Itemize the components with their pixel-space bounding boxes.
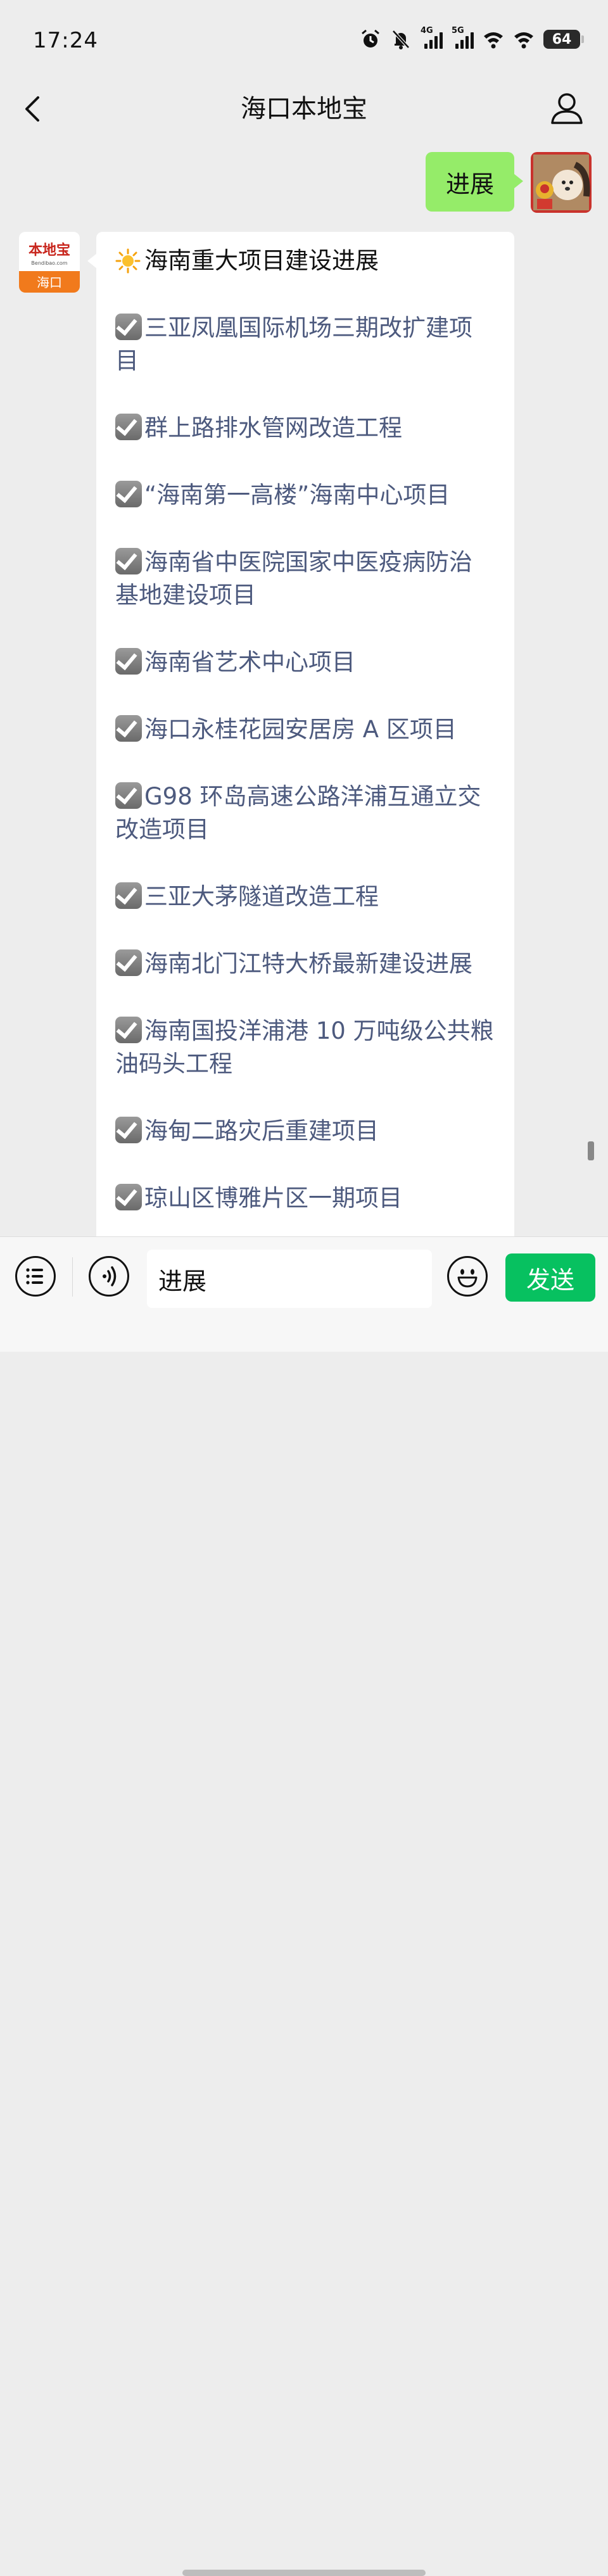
chat-title: 海口本地宝 [241,94,367,124]
list-item-text: 琼山区博雅片区一期项目 [144,1184,402,1212]
checkbox-icon [115,882,142,909]
divider [72,1257,73,1297]
status-bar: 17:24 4G 5G 64 [0,0,608,76]
message-title-text: 海南重大项目建设进展 [144,247,379,274]
chat-header: 海口本地宝 [0,76,608,143]
list-item-text: 三亚大茅隧道改造工程 [144,883,379,910]
list-item-text: 海南省艺术中心项目 [144,649,355,676]
status-icons: 4G 5G 64 [360,26,584,52]
svg-text:本地宝: 本地宝 [28,242,70,258]
list-item-text: 海南北门江特大桥最新建设进展 [144,950,472,977]
checkbox-icon [115,782,142,809]
list-item: 三亚大茅隧道改造工程 [115,880,495,913]
emoji-button[interactable] [447,1256,488,1297]
checkbox-icon [115,414,142,440]
project-list: 三亚凤凰国际机场三期改扩建项目群上路排水管网改造工程 “海南第一高楼”海南中心项目… [115,312,495,1215]
list-item: 海南北门江特大桥最新建设进展 [115,948,495,980]
menu-icon [26,1268,43,1285]
checkbox-icon [115,648,142,675]
checkbox-icon [115,1117,142,1143]
message-title: 海南重大项目建设进展 [115,244,495,277]
checkbox-icon [115,481,142,507]
list-item: 琼山区博雅片区一期项目 [115,1182,495,1215]
list-item-text: 海甸二路灾后重建项目 [144,1117,379,1145]
list-item: G98 环岛高速公路洋浦互通立交改造项目 [115,780,495,846]
bot-avatar[interactable]: 本地宝 Bendibao.com 海口 [19,232,80,293]
list-item: “海南第一高楼”海南中心项目 [115,479,495,512]
list-item-text: 海口永桂花园安居房 A 区项目 [144,716,457,743]
list-item: 海口永桂花园安居房 A 区项目 [115,713,495,746]
list-item-text: 海南省中医院国家中医疫病防治基地建设项目 [115,549,472,609]
menu-button[interactable] [15,1256,56,1297]
list-item: 海南省中医院国家中医疫病防治基地建设项目 [115,546,495,612]
svg-text:海口: 海口 [37,275,62,290]
list-item: 海甸二路灾后重建项目 [115,1115,495,1148]
svg-text:Bendibao.com: Bendibao.com [31,260,67,266]
list-item-text: 海南国投洋浦港 10 万吨级公共粮油码头工程 [115,1017,494,1077]
signal-5g-icon: 5G [452,26,474,49]
incoming-message-bubble[interactable]: 海南重大项目建设进展 三亚凤凰国际机场三期改扩建项目群上路排水管网改造工程 “海南… [87,232,514,1271]
sun-icon [115,248,141,274]
wifi-icon [484,32,503,49]
alarm-icon [362,29,379,48]
home-indicator[interactable] [182,2570,426,2576]
checkbox-icon [115,715,142,742]
outgoing-message-bubble[interactable]: 进展 [425,152,524,212]
list-item: 群上路排水管网改造工程 [115,412,495,445]
user-avatar[interactable] [531,152,592,213]
checkbox-icon [115,314,142,340]
checkbox-icon [115,1017,142,1043]
list-item: 海南国投洋浦港 10 万吨级公共粮油码头工程 [115,1015,495,1081]
wifi-icon-2 [514,32,533,49]
list-item: 三亚凤凰国际机场三期改扩建项目 [115,312,495,378]
mute-icon [392,30,410,49]
voice-button[interactable] [89,1256,129,1297]
list-item: 海南省艺术中心项目 [115,646,495,679]
send-button[interactable]: 发送 [505,1253,595,1302]
battery-icon: 64 [543,30,584,49]
outgoing-message-row: 进展 [425,152,592,213]
outgoing-message-text: 进展 [445,170,494,198]
chat-input-bar: 发送 [0,1236,608,2576]
list-item-text: 群上路排水管网改造工程 [144,414,402,441]
list-item-text: 三亚凤凰国际机场三期改扩建项目 [115,314,472,374]
voice-icon [103,1266,117,1286]
checkbox-icon [115,1184,142,1210]
profile-icon[interactable] [548,90,585,127]
checkbox-icon [115,548,142,574]
list-item-text: G98 环岛高速公路洋浦互通立交改造项目 [115,783,481,843]
message-input[interactable] [147,1250,432,1308]
status-time: 17:24 [33,28,98,53]
emoji-icon [457,1269,478,1288]
scroll-indicator[interactable] [588,1141,594,1160]
signal-4g-icon: 4G [421,26,443,49]
checkbox-icon [115,949,142,976]
list-item-text: “海南第一高楼”海南中心项目 [144,481,450,509]
